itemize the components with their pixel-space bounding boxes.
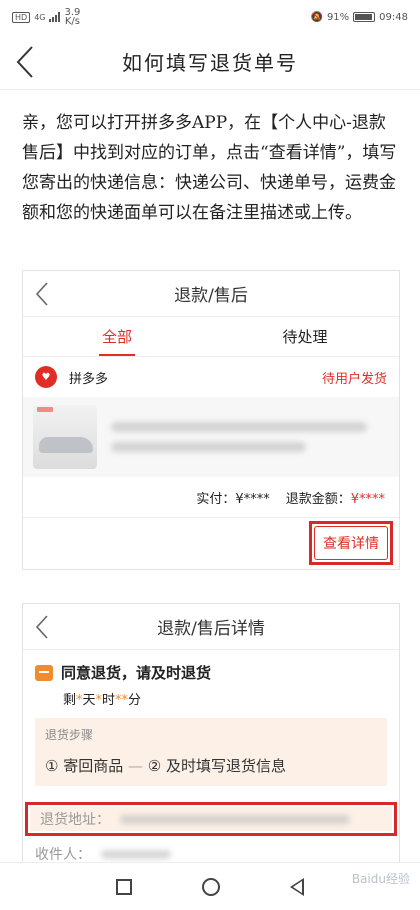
steps-label: 退货步骤 bbox=[45, 728, 94, 742]
product-image bbox=[33, 405, 97, 469]
chevron-left-icon bbox=[16, 46, 33, 78]
screenshot-refund-list: 退款/售后 全部 待处理 ♥ 拼多多 待用户发货 实付：¥**** 退款金额：¥… bbox=[22, 270, 400, 570]
hd-badge: HD bbox=[12, 11, 31, 23]
refund-tabs: 全部 待处理 bbox=[23, 317, 399, 357]
notice-title: 同意退货，请及时退货 bbox=[61, 664, 212, 682]
back-triangle-icon[interactable] bbox=[290, 877, 304, 896]
steps-line: ① 寄回商品 — ② 及时填写退货信息 bbox=[45, 755, 377, 776]
shop-row: ♥ 拼多多 待用户发货 bbox=[23, 357, 399, 397]
refund-detail-header: 退款/售后详情 bbox=[23, 604, 399, 650]
return-notice: 同意退货，请及时退货 剩*天*时**分 bbox=[23, 650, 399, 718]
refund-list-header: 退款/售后 bbox=[23, 271, 399, 317]
article-text: 亲，您可以打开拼多多APP，在【个人中心-退款售后】中找到对应的订单，点击“查看… bbox=[22, 113, 397, 223]
chevron-left-icon bbox=[35, 615, 48, 639]
paid-value: ¥**** bbox=[235, 491, 270, 507]
refund-label: 退款金额： bbox=[285, 491, 351, 507]
network-type: 4G bbox=[34, 12, 46, 22]
watermark: Baidu经验 bbox=[351, 872, 410, 886]
chevron-left-icon bbox=[35, 282, 48, 306]
view-detail-button[interactable]: 查看详情 bbox=[314, 525, 388, 560]
shop-name: 拼多多 bbox=[69, 371, 109, 387]
product-row[interactable] bbox=[23, 397, 399, 477]
battery-icon bbox=[353, 12, 376, 22]
clock: 09:48 bbox=[379, 11, 408, 23]
tab-all[interactable]: 全部 bbox=[23, 317, 211, 356]
receiver-blurred bbox=[101, 849, 171, 859]
receiver-label: 收件人： bbox=[35, 847, 91, 863]
signal-icon bbox=[49, 12, 61, 22]
recent-apps-icon[interactable] bbox=[116, 878, 132, 895]
page-header: 如何填写退货单号 bbox=[0, 34, 420, 90]
page-title: 如何填写退货单号 bbox=[122, 51, 298, 75]
detail-highlight: 查看详情 bbox=[309, 520, 393, 565]
step-2: ② 及时填写退货信息 bbox=[147, 757, 286, 775]
product-title-blurred bbox=[111, 422, 389, 452]
mute-icon: 🔕 bbox=[310, 11, 323, 23]
order-status: 待用户发货 bbox=[321, 371, 387, 387]
tab-pending[interactable]: 待处理 bbox=[211, 317, 399, 356]
return-address-blurred bbox=[120, 814, 350, 824]
back-button[interactable] bbox=[14, 44, 44, 80]
network-speed: 3.9 K/s bbox=[64, 7, 81, 27]
price-row: 实付：¥**** 退款金额：¥**** bbox=[23, 477, 399, 517]
step-separator: — bbox=[128, 757, 143, 775]
paid-label: 实付： bbox=[196, 491, 236, 507]
battery-percent: 91% bbox=[326, 11, 350, 23]
countdown: 剩*天*时**分 bbox=[63, 693, 142, 708]
screenshot-refund-detail: 退款/售后详情 同意退货，请及时退货 剩*天*时**分 退货步骤 ① 寄回商品 … bbox=[22, 603, 400, 863]
order-actions: 查看详情 bbox=[23, 517, 399, 567]
home-icon[interactable] bbox=[202, 877, 220, 896]
box-icon bbox=[35, 664, 53, 681]
status-bar: HD 4G 3.9 K/s 🔕 91% 09:48 bbox=[0, 0, 420, 34]
receiver-row: 收件人： bbox=[35, 844, 387, 863]
return-steps: 退货步骤 ① 寄回商品 — ② 及时填写退货信息 bbox=[35, 718, 387, 786]
refund-value: ¥**** bbox=[350, 491, 385, 507]
pinduoduo-logo-icon: ♥ bbox=[35, 366, 57, 388]
return-address-label: 退货地址： bbox=[40, 812, 110, 828]
step-1: ① 寄回商品 bbox=[45, 757, 124, 775]
refund-list-title: 退款/售后 bbox=[174, 286, 248, 306]
return-address-highlight: 退货地址： bbox=[25, 802, 397, 836]
refund-detail-title: 退款/售后详情 bbox=[157, 619, 265, 639]
